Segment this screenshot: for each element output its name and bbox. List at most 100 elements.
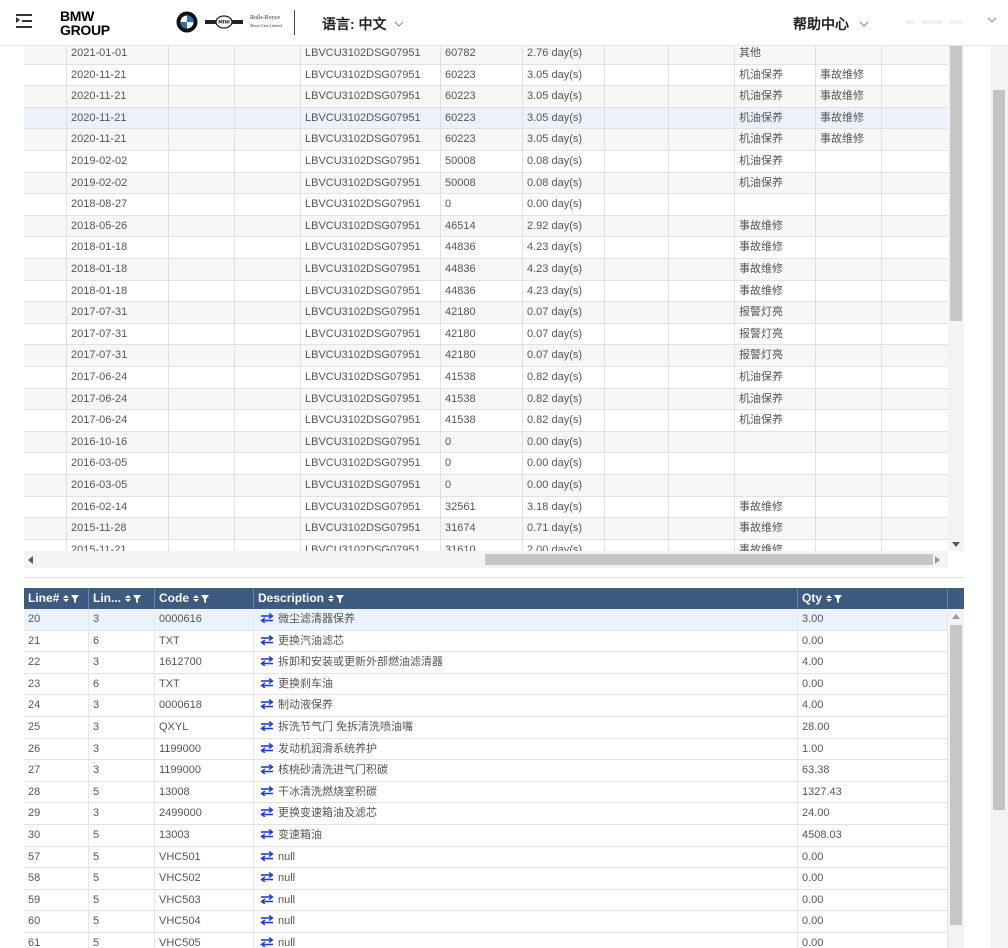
sort-icon[interactable] xyxy=(125,595,131,602)
swap-arrows-icon[interactable] xyxy=(260,915,274,926)
user-chevron-down-icon[interactable] xyxy=(987,17,997,23)
cell-code: VHC502 xyxy=(155,868,254,890)
description-text: 发动机润滑系统养护 xyxy=(278,742,377,755)
help-center-menu[interactable]: 帮助中心 xyxy=(793,14,869,34)
table-row[interactable]: 29 3 2499000 更换变速箱油及滤芯 24.00 xyxy=(24,803,948,825)
table-row[interactable]: 2020-11-21 LBVCU3102DSG07951 60223 3.05 day… xyxy=(24,107,948,130)
table-row[interactable]: 2015-11-28 LBVCU3102DSG07951 31674 0.71 day… xyxy=(24,518,948,540)
brand-logos: MINI Rolls-Royce Motor Cars Limited xyxy=(176,11,282,33)
table-row[interactable]: 24 3 0000618 制动液保养 4.00 xyxy=(24,695,948,717)
table-row[interactable]: 2020-11-21 LBVCU3102DSG07951 60223 3.05 day… xyxy=(24,86,948,108)
table-row[interactable]: 2016-03-05 LBVCU3102DSG07951 0 0.00 day(s) xyxy=(24,475,948,497)
table-row[interactable]: 30 5 13003 变速箱油 4508.03 xyxy=(24,825,948,847)
cell-line: 58 xyxy=(24,868,89,890)
job-lines-vscroll-thumb[interactable] xyxy=(950,625,962,925)
table-row[interactable]: 2020-11-21 LBVCU3102DSG07951 60223 3.05 day… xyxy=(24,129,948,151)
col-header-line[interactable]: Line# xyxy=(24,588,89,609)
cell-lin: 6 xyxy=(89,673,155,696)
table-row[interactable]: 2017-07-31 LBVCU3102DSG07951 42180 0.07 day… xyxy=(24,323,948,346)
sort-icon[interactable] xyxy=(328,595,335,602)
swap-arrows-icon[interactable] xyxy=(260,785,274,796)
table-row[interactable]: 2019-02-02 LBVCU3102DSG07951 50008 0.08 day… xyxy=(24,172,948,195)
table-row[interactable]: 20 3 0000616 微尘滤清器保养 3.00 xyxy=(24,609,948,631)
col-header-qty[interactable]: Qty xyxy=(798,588,948,609)
scroll-left-arrow-icon[interactable] xyxy=(28,556,33,564)
swap-arrows-icon[interactable] xyxy=(260,699,274,710)
scroll-up-arrow-icon[interactable] xyxy=(952,614,960,619)
cell-blank xyxy=(24,46,66,65)
page-scrollbar[interactable] xyxy=(990,46,1008,948)
user-menu[interactable] xyxy=(905,16,975,28)
cell-blank xyxy=(668,129,734,151)
table-row[interactable]: 2018-01-18 LBVCU3102DSG07951 44836 4.23 day… xyxy=(24,237,948,259)
table-row[interactable]: 2017-06-24 LBVCU3102DSG07951 41538 0.82 day… xyxy=(24,367,948,389)
table-row[interactable]: 2018-01-18 LBVCU3102DSG07951 44836 4.23 day… xyxy=(24,280,948,303)
table-row[interactable]: 2017-06-24 LBVCU3102DSG07951 41538 0.82 day… xyxy=(24,388,948,411)
menu-toggle-icon[interactable] xyxy=(16,14,32,28)
page-scrollbar-thumb[interactable] xyxy=(993,90,1005,810)
job-lines-vscroll[interactable] xyxy=(948,609,964,948)
scroll-right-arrow-icon[interactable] xyxy=(935,556,940,564)
table-row[interactable]: 2018-05-26 LBVCU3102DSG07951 46514 2.92 day… xyxy=(24,215,948,238)
swap-arrows-icon[interactable] xyxy=(260,850,274,861)
scroll-down-arrow-icon[interactable] xyxy=(952,542,960,547)
service-history-hscroll[interactable] xyxy=(24,551,948,568)
table-row[interactable]: 2018-08-27 LBVCU3102DSG07951 0 0.00 day(s) xyxy=(24,194,948,216)
col-header-code[interactable]: Code xyxy=(155,588,254,609)
table-row[interactable]: 60 5 VHC504 null 0.00 xyxy=(24,911,948,933)
col-header-description[interactable]: Description xyxy=(254,588,798,609)
table-row[interactable]: 21 6 TXT 更换汽油滤芯 0.00 xyxy=(24,630,948,653)
table-row[interactable]: 2017-07-31 LBVCU3102DSG07951 42180 0.07 day… xyxy=(24,302,948,324)
table-row[interactable]: 25 3 QXYL 拆洗节气门 免拆清洗喷油嘴 28.00 xyxy=(24,717,948,739)
table-row[interactable]: 27 3 1199000 核桃砂清洗进气门积碳 63.38 xyxy=(24,760,948,782)
filter-icon[interactable] xyxy=(834,594,843,603)
cell-blank xyxy=(604,302,668,324)
filter-icon[interactable] xyxy=(71,594,80,603)
sort-icon[interactable] xyxy=(193,595,199,602)
swap-arrows-icon[interactable] xyxy=(260,677,274,688)
service-history-vscroll-thumb[interactable] xyxy=(950,46,962,321)
filter-icon[interactable] xyxy=(336,594,345,603)
table-row[interactable]: 2019-02-02 LBVCU3102DSG07951 50008 0.08 day… xyxy=(24,151,948,173)
table-row[interactable]: 57 5 VHC501 null 0.00 xyxy=(24,846,948,869)
table-row[interactable]: 2016-10-16 LBVCU3102DSG07951 0 0.00 day(s) xyxy=(24,431,948,454)
table-row[interactable]: 2016-02-14 LBVCU3102DSG07951 32561 3.18 day… xyxy=(24,496,948,519)
swap-arrows-icon[interactable] xyxy=(260,937,274,947)
table-row[interactable]: 59 5 VHC503 null 0.00 xyxy=(24,889,948,912)
table-row[interactable]: 28 5 13008 干冰清洗燃烧室积碳 1327.43 xyxy=(24,781,948,804)
swap-arrows-icon[interactable] xyxy=(260,613,274,623)
swap-arrows-icon[interactable] xyxy=(260,742,274,753)
swap-arrows-icon[interactable] xyxy=(260,829,274,839)
service-history-hscroll-thumb[interactable] xyxy=(485,554,933,565)
table-row[interactable]: 23 6 TXT 更换刹车油 0.00 xyxy=(24,673,948,696)
table-row[interactable]: 2017-06-24 LBVCU3102DSG07951 41538 0.82 day… xyxy=(24,410,948,432)
table-row[interactable]: 2017-07-31 LBVCU3102DSG07951 42180 0.07 day… xyxy=(24,345,948,367)
filter-icon[interactable] xyxy=(201,594,209,603)
table-row[interactable]: 2016-03-05 LBVCU3102DSG07951 0 0.00 day(s) xyxy=(24,453,948,475)
table-row[interactable]: 26 3 1199000 发动机润滑系统养护 1.00 xyxy=(24,738,948,761)
table-row[interactable]: 61 5 VHC505 null 0.00 xyxy=(24,933,948,948)
filter-icon[interactable] xyxy=(133,594,141,603)
swap-arrows-icon[interactable] xyxy=(260,893,274,904)
table-row[interactable]: 2018-01-18 LBVCU3102DSG07951 44836 4.23 day… xyxy=(24,259,948,281)
swap-arrows-icon[interactable] xyxy=(260,656,274,667)
table-row[interactable]: 2021-01-01 LBVCU3102DSG07951 60782 2.76 day… xyxy=(24,46,948,65)
header-divider xyxy=(294,10,295,35)
cell-code: 13003 xyxy=(155,825,254,847)
col-header-lin[interactable]: Lin... xyxy=(89,588,155,609)
table-row[interactable]: 2015-11-21 LBVCU3102DSG07951 31610 2.00 day… xyxy=(24,539,948,551)
table-row[interactable]: 22 3 1612700 拆卸和安装或更新外部燃油滤清器 4.00 xyxy=(24,652,948,674)
table-row[interactable]: 58 5 VHC502 null 0.00 xyxy=(24,868,948,890)
table-row[interactable]: 2020-11-21 LBVCU3102DSG07951 60223 3.05 day… xyxy=(24,64,948,87)
swap-arrows-icon[interactable] xyxy=(260,764,274,775)
swap-arrows-icon[interactable] xyxy=(260,721,274,731)
sort-icon[interactable] xyxy=(826,595,833,602)
cell-qty: 0.00 xyxy=(798,673,948,696)
service-history-vscroll[interactable] xyxy=(948,46,964,551)
swap-arrows-icon[interactable] xyxy=(260,634,274,645)
language-selector[interactable]: 语言: 中文 xyxy=(322,14,404,34)
sort-icon[interactable] xyxy=(63,595,70,602)
swap-arrows-icon[interactable] xyxy=(260,872,274,883)
cell-blank xyxy=(881,323,948,346)
swap-arrows-icon[interactable] xyxy=(260,807,274,818)
